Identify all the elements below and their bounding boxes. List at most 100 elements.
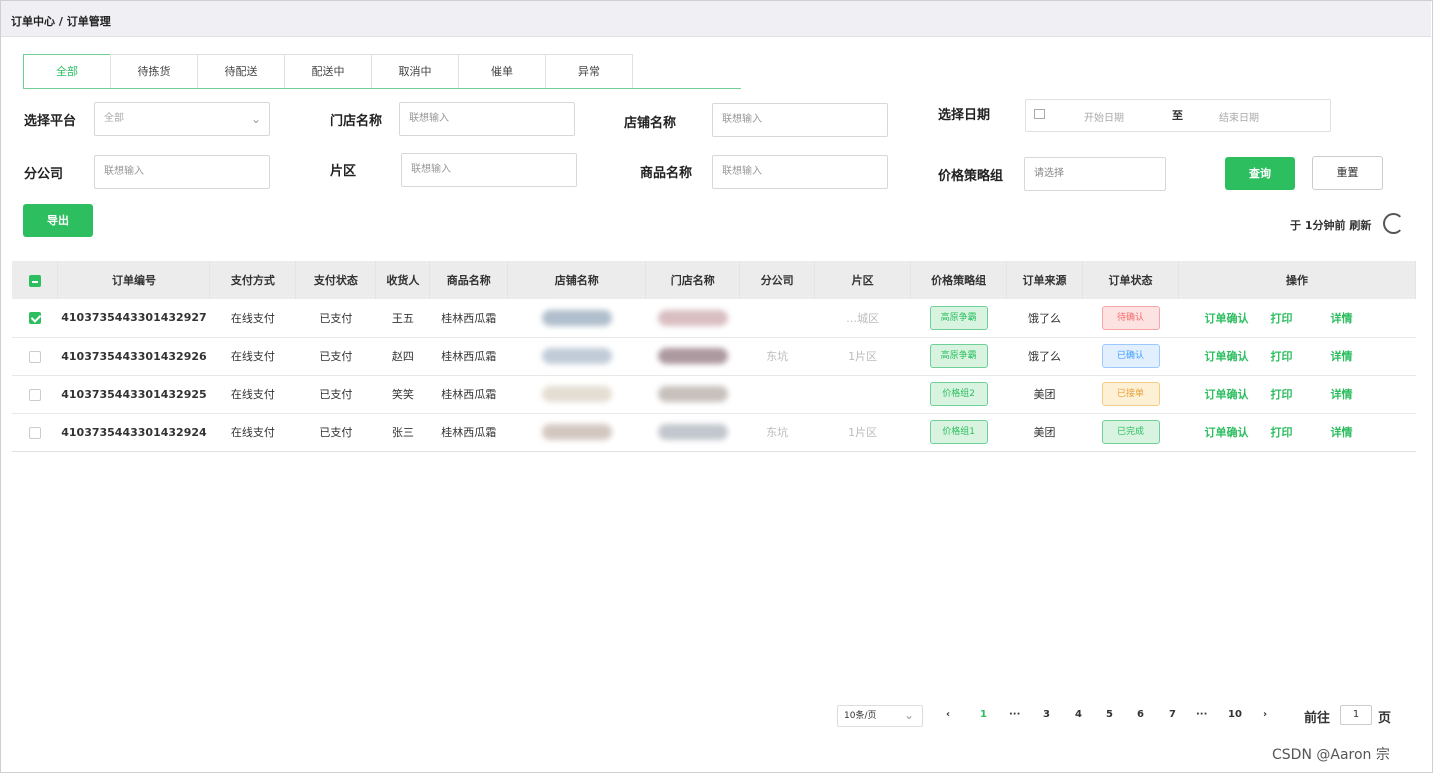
page-6[interactable]: 6 xyxy=(1137,709,1144,720)
table-row[interactable]: 4103735443301432926 在线支付 已支付 赵四 桂林西瓜霜 东坑 1片区 高原… xyxy=(12,337,1416,376)
row-checkbox[interactable] xyxy=(28,426,41,439)
tab-urge[interactable]: 催单 xyxy=(458,54,546,88)
query-button[interactable]: 查询 xyxy=(1225,157,1295,190)
page-7[interactable]: 7 xyxy=(1169,709,1176,720)
price-group-cell: 价格组2 xyxy=(910,375,1007,414)
goto-label: 前往 xyxy=(1304,711,1331,726)
pay-status-cell: 已支付 xyxy=(295,375,376,414)
detail-link[interactable]: 详情 xyxy=(1331,312,1353,325)
col-status: 订单状态 xyxy=(1082,261,1179,299)
row-checkbox[interactable] xyxy=(28,350,41,363)
store-input[interactable]: 联想输入 xyxy=(399,102,575,136)
tab-cancelling[interactable]: 取消中 xyxy=(371,54,459,88)
page-ellipsis-right[interactable]: ··· xyxy=(1196,709,1207,720)
status-badge: 已确认 xyxy=(1101,344,1160,368)
col-shop: 店铺名称 xyxy=(507,261,647,299)
store-cell xyxy=(645,413,740,452)
tab-all[interactable]: 全部 xyxy=(23,54,111,88)
tab-delivering[interactable]: 配送中 xyxy=(284,54,372,88)
product-input[interactable]: 联想输入 xyxy=(712,155,888,189)
redacted-store-name xyxy=(657,386,728,402)
receiver-cell: 王五 xyxy=(375,299,430,338)
actions-cell: 订单确认 打印 详情 xyxy=(1178,375,1416,414)
tab-exception[interactable]: 异常 xyxy=(545,54,633,88)
print-link[interactable]: 打印 xyxy=(1271,388,1293,401)
date-label: 选择日期 xyxy=(938,108,991,123)
select-all-checkbox[interactable] xyxy=(28,274,41,287)
export-button[interactable]: 导出 xyxy=(23,204,93,237)
platform-select-value: 全部 xyxy=(104,113,124,124)
reset-button[interactable]: 重置 xyxy=(1312,156,1383,190)
redacted-store-name xyxy=(657,424,728,440)
price-group-cell: 价格组1 xyxy=(910,413,1007,452)
price-group-tag: 价格组2 xyxy=(929,382,988,406)
confirm-order-link[interactable]: 订单确认 xyxy=(1205,388,1249,401)
table-row[interactable]: 4103735443301432927 在线支付 已支付 王五 桂林西瓜霜 …城区 高原争霸… xyxy=(12,299,1416,338)
status-cell: 已接单 xyxy=(1082,375,1179,414)
page-5[interactable]: 5 xyxy=(1106,709,1113,720)
date-end-placeholder: 结束日期 xyxy=(1219,113,1259,124)
top-bar: 订单中心 / 订单管理 xyxy=(1,1,1431,37)
shop-cell xyxy=(507,375,646,414)
page-10[interactable]: 10 xyxy=(1228,709,1242,720)
platform-select[interactable]: 全部 ⌄ xyxy=(94,102,270,136)
branch-input[interactable]: 联想输入 xyxy=(94,155,270,189)
product-cell: 桂林西瓜霜 xyxy=(429,299,508,338)
page-1[interactable]: 1 xyxy=(980,709,987,720)
refresh-icon[interactable] xyxy=(1383,213,1404,234)
confirm-order-link[interactable]: 订单确认 xyxy=(1205,350,1249,363)
actions-cell: 订单确认 打印 详情 xyxy=(1178,337,1416,376)
tab-pending-delivery[interactable]: 待配送 xyxy=(197,54,285,88)
table-row[interactable]: 4103735443301432924 在线支付 已支付 张三 桂林西瓜霜 东坑 1片区 价格… xyxy=(12,413,1416,452)
col-pay-method: 支付方式 xyxy=(209,261,297,299)
row-checkbox[interactable] xyxy=(28,388,41,401)
prev-page-icon[interactable]: ‹ xyxy=(946,709,950,720)
col-area: 片区 xyxy=(814,261,912,299)
col-source: 订单来源 xyxy=(1006,261,1084,299)
order-no-cell: 4103735443301432926 xyxy=(57,337,210,376)
row-select-cell xyxy=(12,375,58,414)
pay-method-cell: 在线支付 xyxy=(209,413,296,452)
price-group-tag: 价格组1 xyxy=(929,420,988,444)
redacted-shop-name xyxy=(541,348,612,364)
page-ellipsis-left[interactable]: ··· xyxy=(1009,709,1020,720)
redacted-shop-name xyxy=(541,424,612,440)
next-page-icon[interactable]: › xyxy=(1263,709,1267,720)
goto-page-input[interactable]: 1 xyxy=(1340,705,1372,725)
order-no-cell: 4103735443301432927 xyxy=(57,299,210,338)
platform-label: 选择平台 xyxy=(24,114,77,129)
receiver-cell: 张三 xyxy=(375,413,430,452)
detail-link[interactable]: 详情 xyxy=(1331,350,1353,363)
branch-cell xyxy=(739,375,815,414)
detail-link[interactable]: 详情 xyxy=(1331,388,1353,401)
row-checkbox[interactable] xyxy=(28,312,41,325)
price-group-select[interactable]: 请选择 xyxy=(1024,157,1166,191)
print-link[interactable]: 打印 xyxy=(1271,426,1293,439)
shop-input[interactable]: 联想输入 xyxy=(712,103,888,137)
date-range-picker[interactable]: 开始日期 至 结束日期 xyxy=(1025,99,1331,132)
area-cell: 1片区 xyxy=(814,337,911,376)
redacted-shop-name xyxy=(541,309,612,326)
pay-method-cell: 在线支付 xyxy=(209,375,296,414)
table-row[interactable]: 4103735443301432925 在线支付 已支付 笑笑 桂林西瓜霜 价格组2 美团已… xyxy=(12,375,1416,414)
col-order-no: 订单编号 xyxy=(57,261,211,299)
breadcrumb-level1[interactable]: 订单中心 xyxy=(11,15,55,28)
detail-link[interactable]: 详情 xyxy=(1331,426,1353,439)
store-cell xyxy=(645,337,740,376)
page-3[interactable]: 3 xyxy=(1043,709,1050,720)
confirm-order-link[interactable]: 订单确认 xyxy=(1205,312,1249,325)
page-size-select[interactable]: 10条/页 ⌄ xyxy=(837,705,923,727)
row-select-cell xyxy=(12,413,58,452)
area-label: 片区 xyxy=(330,164,357,179)
tab-pending-pick[interactable]: 待拣货 xyxy=(110,54,198,88)
area-input[interactable]: 联想输入 xyxy=(401,153,577,187)
print-link[interactable]: 打印 xyxy=(1271,350,1293,363)
print-link[interactable]: 打印 xyxy=(1271,312,1293,325)
breadcrumb-separator: / xyxy=(58,15,63,28)
product-cell: 桂林西瓜霜 xyxy=(429,337,508,376)
actions-cell: 订单确认 打印 详情 xyxy=(1178,413,1416,452)
store-cell xyxy=(645,299,740,338)
product-cell: 桂林西瓜霜 xyxy=(429,413,508,452)
page-4[interactable]: 4 xyxy=(1075,709,1082,720)
confirm-order-link[interactable]: 订单确认 xyxy=(1205,426,1249,439)
